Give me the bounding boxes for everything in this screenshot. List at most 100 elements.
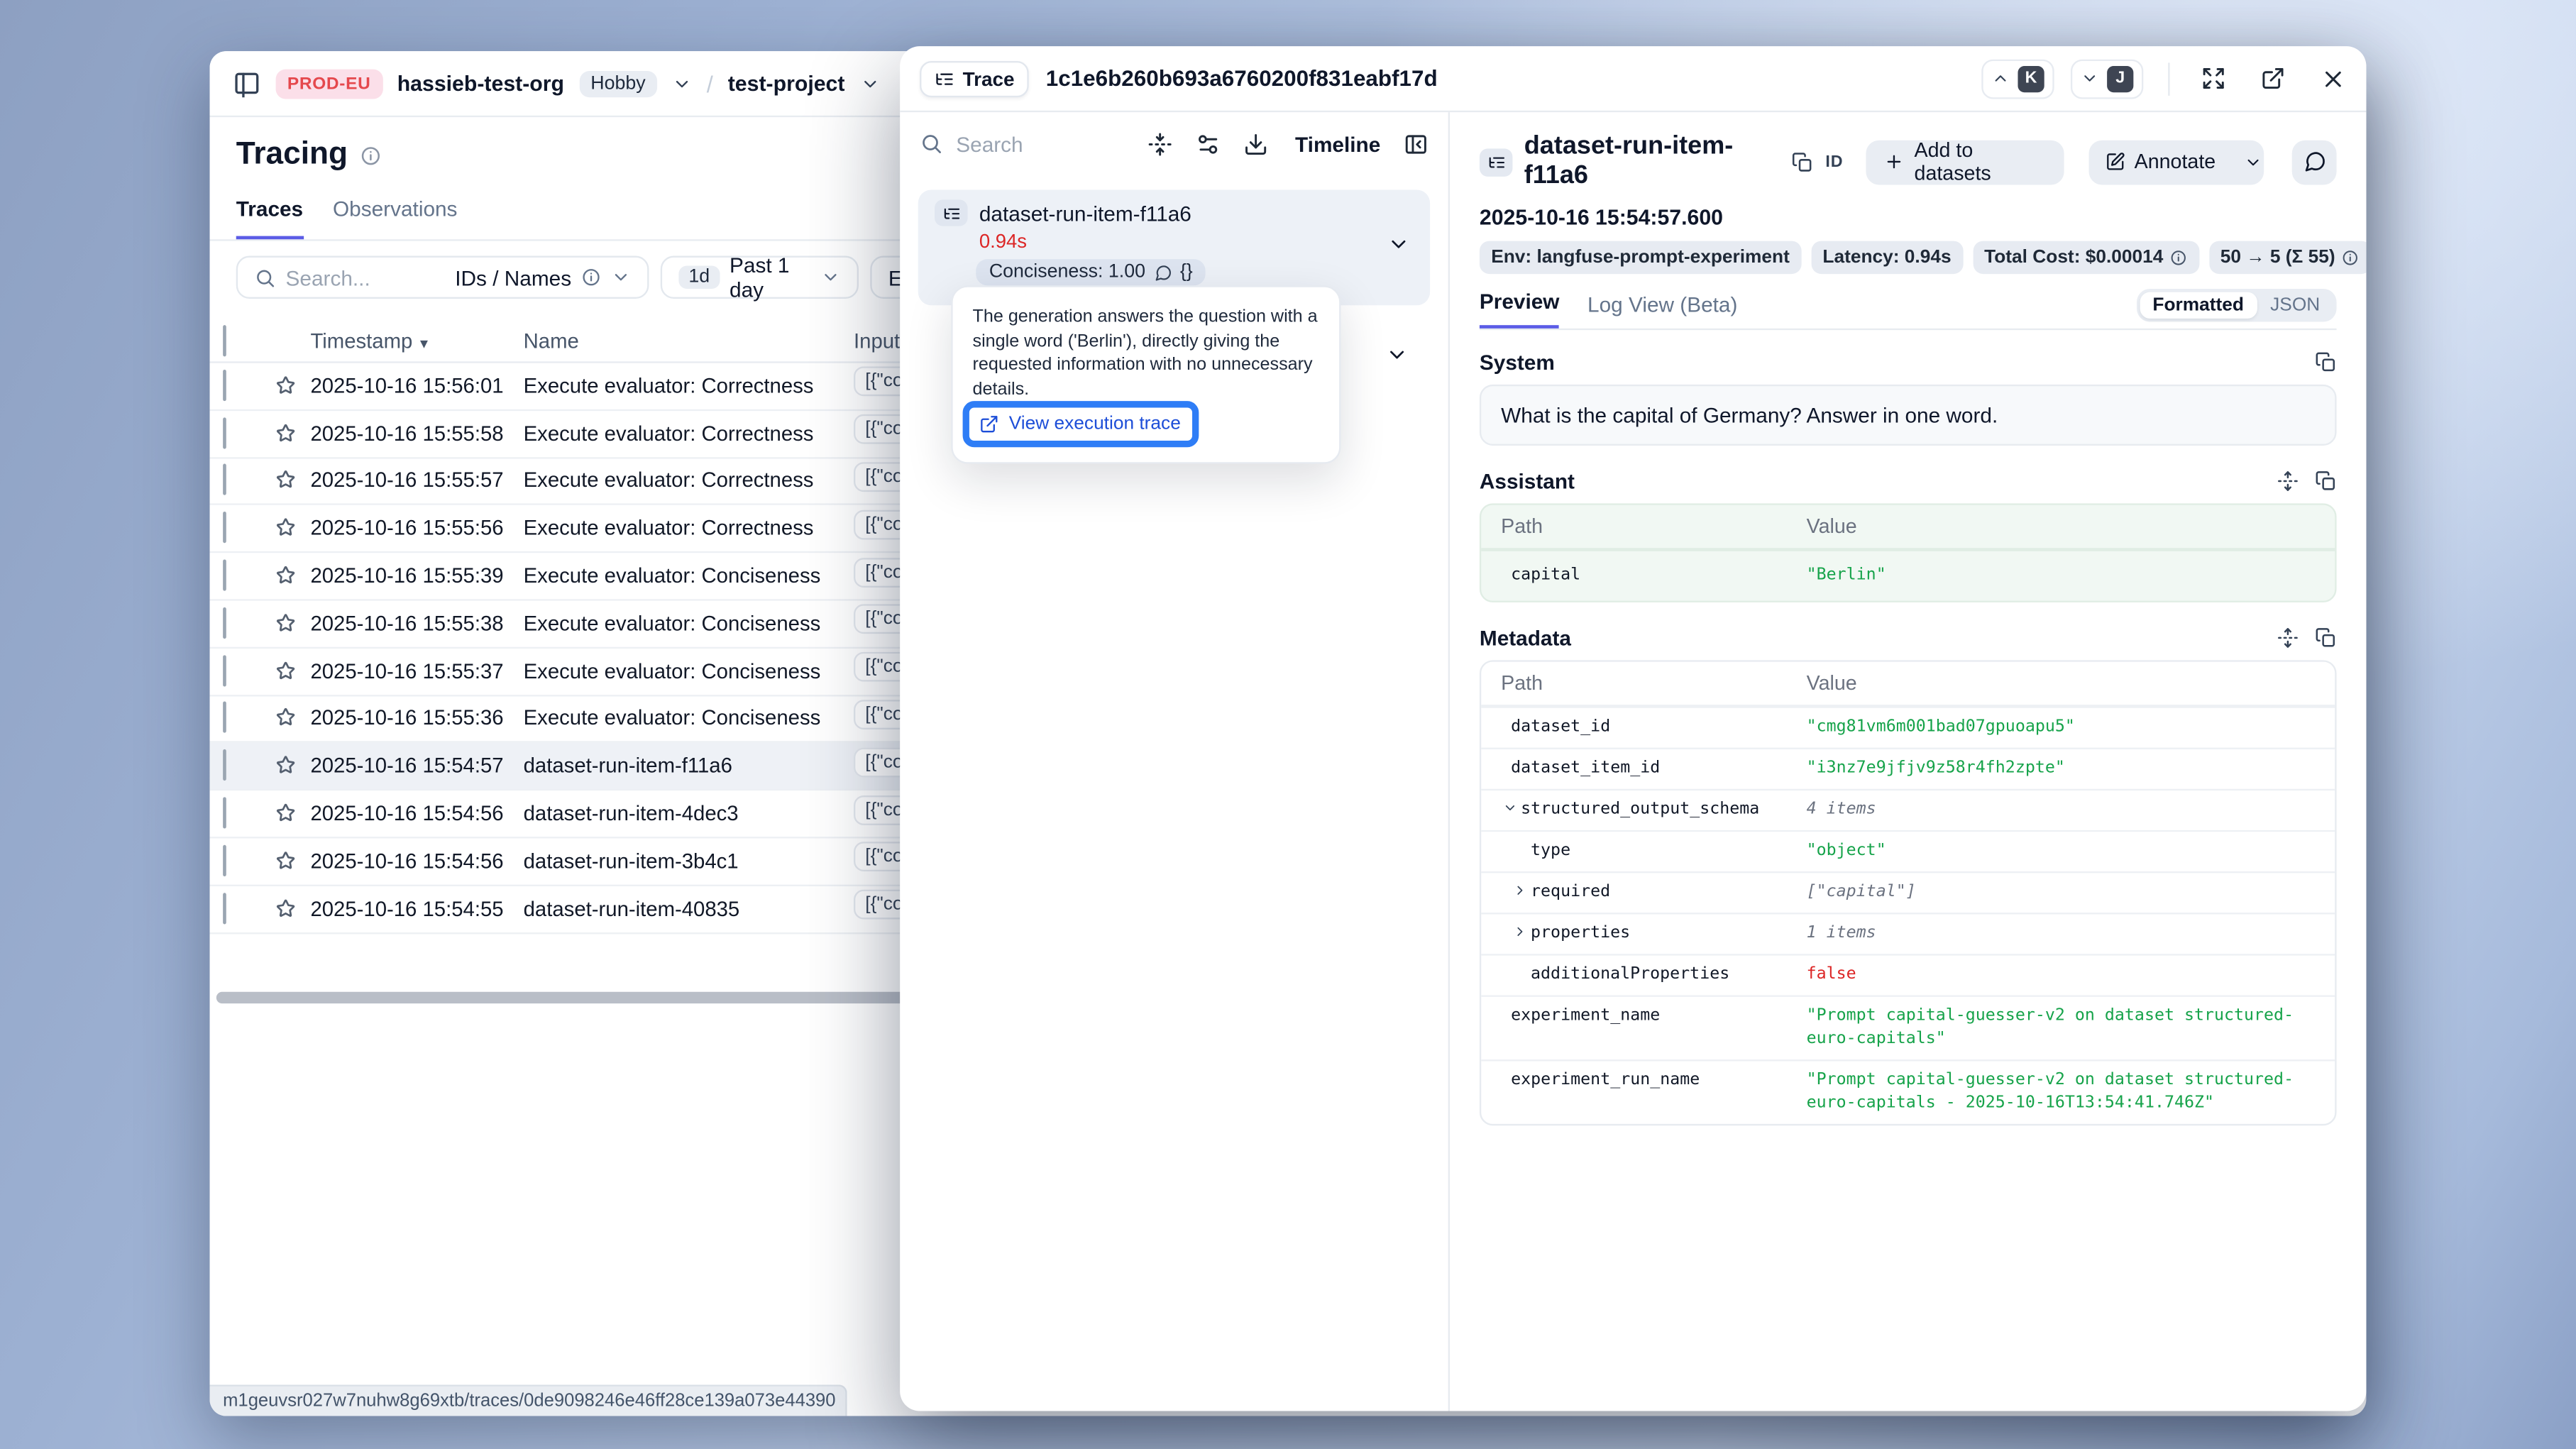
star-icon[interactable] — [274, 660, 297, 683]
star-icon[interactable] — [274, 565, 297, 588]
row-checkbox[interactable] — [223, 512, 226, 544]
row-timestamp: 2025-10-16 15:55:57 — [310, 470, 508, 493]
copy-icon[interactable] — [2315, 351, 2336, 373]
star-icon[interactable] — [274, 802, 297, 825]
row-checkbox[interactable] — [223, 465, 226, 496]
tab-preview[interactable]: Preview — [1480, 289, 1560, 329]
column-header-value: Value — [1807, 515, 1857, 539]
format-json[interactable]: JSON — [2257, 292, 2333, 319]
chevron-down-icon[interactable] — [1385, 343, 1409, 367]
time-range-label: Past 1 day — [730, 253, 810, 302]
kv-path: type — [1501, 840, 1806, 864]
format-formatted[interactable]: Formatted — [2140, 292, 2257, 319]
row-checkbox[interactable] — [223, 370, 226, 401]
annotate-dropdown-chevron-icon[interactable] — [2232, 153, 2264, 171]
tree-search-input[interactable]: Search — [920, 131, 1125, 156]
star-icon[interactable] — [274, 897, 297, 920]
search-icon — [920, 132, 943, 155]
region-badge: PROD-EU — [276, 69, 382, 99]
star-icon[interactable] — [274, 755, 297, 778]
row-checkbox[interactable] — [223, 798, 226, 829]
next-trace-button[interactable]: J — [2071, 59, 2143, 99]
copy-icon[interactable] — [2315, 470, 2336, 492]
comments-button[interactable] — [2292, 140, 2337, 184]
kv-value: "cmg81vm6m001bad07gpuoapu5" — [1807, 716, 2316, 739]
download-icon[interactable] — [1244, 131, 1269, 156]
star-icon[interactable] — [274, 422, 297, 446]
kv-row-expandable[interactable]: required ["capital"] — [1481, 871, 2335, 913]
tree-search-placeholder: Search — [956, 131, 1023, 156]
search-input[interactable]: Search... IDs / Names — [236, 255, 649, 298]
row-checkbox[interactable] — [223, 703, 226, 734]
column-header-name[interactable]: Name — [524, 329, 851, 353]
copy-icon[interactable] — [1793, 151, 1814, 172]
star-icon[interactable] — [274, 375, 297, 398]
info-icon[interactable] — [359, 145, 380, 166]
kv-row: capital "Berlin" — [1481, 549, 2335, 600]
row-checkbox[interactable] — [223, 844, 226, 876]
star-icon[interactable] — [274, 612, 297, 636]
select-all-checkbox[interactable] — [223, 324, 226, 356]
column-header-timestamp[interactable]: Timestamp▼ — [310, 329, 508, 353]
row-checkbox[interactable] — [223, 417, 226, 448]
timeline-toggle-label[interactable]: Timeline — [1295, 131, 1380, 156]
id-label[interactable]: ID — [1825, 153, 1843, 171]
chevron-right-icon[interactable] — [1512, 924, 1531, 939]
observation-detail-pane: dataset-run-item-f11a6 ID Add to dataset… — [1450, 112, 2366, 1411]
row-checkbox[interactable] — [223, 892, 226, 923]
panel-collapse-icon[interactable] — [1404, 131, 1429, 156]
time-range-button[interactable]: 1d Past 1 day — [661, 255, 859, 298]
star-icon[interactable] — [274, 707, 297, 731]
expand-fullscreen-icon[interactable] — [2201, 66, 2226, 91]
add-to-datasets-button[interactable]: Add to datasets — [1866, 140, 2064, 184]
tab-observations[interactable]: Observations — [333, 197, 457, 239]
chevron-down-icon[interactable] — [1502, 800, 1521, 815]
row-checkbox[interactable] — [223, 750, 226, 781]
project-name[interactable]: test-project — [728, 71, 845, 96]
star-icon[interactable] — [274, 849, 297, 873]
row-checkbox[interactable] — [223, 655, 226, 686]
column-header-path: Path — [1501, 515, 1806, 539]
project-chevron-down-icon[interactable] — [859, 73, 879, 93]
row-checkbox[interactable] — [223, 560, 226, 591]
unfold-vertical-icon[interactable] — [2277, 470, 2299, 492]
kv-row-expandable[interactable]: properties 1 items — [1481, 913, 2335, 954]
score-badge[interactable]: Conciseness: 1.00 {} — [976, 259, 1206, 285]
search-scope-label[interactable]: IDs / Names — [455, 265, 571, 290]
kv-row: experiment_run_name "Prompt capital-gues… — [1481, 1059, 2335, 1124]
row-name: Execute evaluator: Correctness — [524, 470, 851, 493]
annotate-button-group: Annotate — [2088, 140, 2264, 184]
kv-row-expandable[interactable]: structured_output_schema 4 items — [1481, 789, 2335, 830]
row-timestamp: 2025-10-16 15:55:38 — [310, 612, 508, 636]
trace-id: 1c1e6b260b693a6760200f831eabf17d — [1046, 66, 1438, 91]
tab-log-view[interactable]: Log View (Beta) — [1587, 292, 1737, 329]
open-external-icon[interactable] — [2261, 66, 2286, 91]
close-icon[interactable] — [2320, 65, 2346, 92]
unfold-vertical-icon[interactable] — [2277, 627, 2299, 649]
sidebar-toggle-icon[interactable] — [233, 70, 261, 98]
star-icon[interactable] — [274, 470, 297, 493]
detail-timestamp: 2025-10-16 15:54:57.600 — [1480, 204, 2337, 229]
row-timestamp: 2025-10-16 15:54:57 — [310, 755, 508, 778]
settings-sliders-icon[interactable] — [1196, 131, 1221, 156]
trace-peek-panel: Trace 1c1e6b260b693a6760200f831eabf17d K… — [900, 46, 2366, 1411]
annotate-button[interactable]: Annotate — [2088, 150, 2232, 174]
trace-type-badge: Trace — [920, 60, 1029, 97]
view-execution-trace-link[interactable]: View execution trace — [979, 415, 1181, 435]
info-icon[interactable] — [2342, 249, 2359, 266]
org-chevron-down-icon[interactable] — [672, 73, 692, 93]
tab-traces[interactable]: Traces — [236, 197, 303, 239]
star-icon[interactable] — [274, 517, 297, 541]
info-icon[interactable] — [581, 268, 601, 287]
chevron-down-icon[interactable] — [611, 268, 631, 287]
row-checkbox[interactable] — [223, 607, 226, 639]
chevron-right-icon[interactable] — [1512, 883, 1531, 898]
copy-icon[interactable] — [2315, 627, 2336, 649]
info-icon[interactable] — [2170, 249, 2187, 266]
detail-badges-row: Env: langfuse-prompt-experiment Latency:… — [1480, 241, 2337, 275]
breadcrumb-separator: / — [707, 70, 713, 97]
org-name[interactable]: hassieb-test-org — [397, 71, 564, 96]
prev-trace-button[interactable]: K — [1981, 59, 2054, 99]
chevron-down-icon[interactable] — [1387, 233, 1411, 256]
fold-vertical-icon[interactable] — [1148, 131, 1173, 156]
